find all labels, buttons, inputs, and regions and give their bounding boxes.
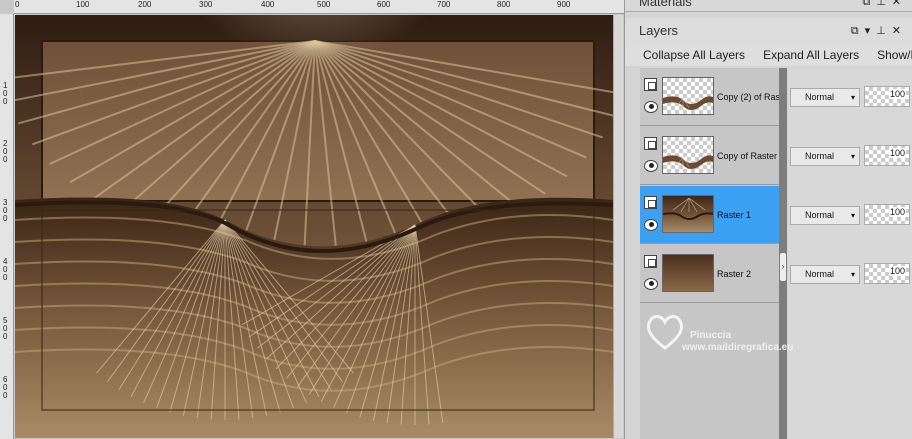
layers-header-icons: ⧉▾⊥✕ <box>851 18 907 44</box>
eye-icon[interactable] <box>644 278 658 290</box>
materials-panel-header[interactable]: Materials ⧉⊥✕ <box>625 0 912 12</box>
watermark: Pinuccia www.maildiregrafica.eu <box>642 310 842 370</box>
chevron-down-icon: ▾ <box>850 93 855 102</box>
layer-name: Copy (2) of Rast <box>717 92 779 102</box>
ruler-tick: 500 <box>317 0 331 9</box>
blend-mode-value: Normal <box>805 151 835 161</box>
close-icon[interactable]: ✕ <box>892 0 907 8</box>
materials-title: Materials <box>639 0 692 9</box>
blend-mode-select[interactable]: Normal ▾ <box>790 88 860 107</box>
layer-properties-row: Normal ▾ 100 <box>788 245 912 303</box>
ruler-tick: 4 0 0 <box>3 257 8 282</box>
blend-mode-value: Normal <box>805 210 835 220</box>
artwork-image[interactable] <box>15 15 613 438</box>
layer-thumbnail <box>662 136 714 174</box>
watermark-name: Pinuccia <box>690 330 732 341</box>
ruler-tick: 6 0 0 <box>3 375 8 400</box>
watermark-url: www.maildiregrafica.eu <box>682 342 794 353</box>
layer-properties-row: Normal ▾ 100 <box>788 127 912 185</box>
layer-thumbnail <box>662 254 714 292</box>
pin-icon[interactable]: ⊥ <box>876 0 892 8</box>
ruler-tick: 200 <box>138 0 152 9</box>
ruler-tick: 3 0 0 <box>3 198 8 223</box>
blend-mode-value: Normal <box>805 269 835 279</box>
materials-header-icons: ⧉⊥✕ <box>862 0 907 10</box>
opacity-value: 100 <box>888 148 906 158</box>
layer-row[interactable]: Raster 2 <box>640 245 779 303</box>
eye-icon[interactable] <box>644 160 658 172</box>
layer-link-icon[interactable] <box>644 196 657 209</box>
close-icon[interactable]: ✕ <box>892 25 907 37</box>
layer-link-icon[interactable] <box>644 78 657 91</box>
expand-all-layers-button[interactable]: Expand All Layers <box>763 48 859 62</box>
blend-mode-value: Normal <box>805 92 835 102</box>
layer-thumbnail <box>662 77 714 115</box>
ruler-tick: 900 <box>557 0 571 9</box>
layer-properties-row: Normal ▾ 100 <box>788 68 912 126</box>
opacity-field[interactable]: 100 <box>864 263 910 284</box>
ruler-tick: 100 <box>76 0 90 9</box>
layer-row[interactable]: Raster 1 <box>640 186 779 244</box>
layer-row[interactable]: Copy of Raster 1 <box>640 127 779 185</box>
canvas-scrollbar[interactable] <box>613 15 623 438</box>
ruler-tick: 700 <box>437 0 451 9</box>
float-icon[interactable]: ⧉ <box>862 0 876 8</box>
layers-toolbar: Collapse All Layers Expand All Layers Show… <box>625 44 912 66</box>
pin-icon[interactable]: ⊥ <box>876 25 892 37</box>
blend-mode-select[interactable]: Normal ▾ <box>790 206 860 225</box>
heart-logo-icon <box>646 315 684 350</box>
ruler-tick: 400 <box>261 0 275 9</box>
blend-mode-select[interactable]: Normal ▾ <box>790 147 860 166</box>
chevron-down-icon: ▾ <box>850 152 855 161</box>
opacity-value: 100 <box>888 89 906 99</box>
ruler-tick: 2 0 0 <box>3 139 8 164</box>
layer-link-icon[interactable] <box>644 255 657 268</box>
chevron-down-icon[interactable]: ▾ <box>865 25 877 37</box>
layers-title: Layers <box>639 23 679 38</box>
eye-icon[interactable] <box>644 101 658 113</box>
ruler-tick: 800 <box>497 0 511 9</box>
ruler-left: 1 0 0 2 0 0 3 0 0 4 0 0 5 0 0 6 0 0 <box>0 14 14 439</box>
float-icon[interactable]: ⧉ <box>851 25 865 37</box>
layer-list: Copy (2) of Rast Copy of Raster 1 Raster 1… <box>640 68 783 439</box>
show-hide-button[interactable]: Show/Hide C <box>877 48 912 62</box>
ruler-tick: 5 0 0 <box>3 316 8 341</box>
layer-link-icon[interactable] <box>644 137 657 150</box>
layer-properties-column: Normal ▾ 100 Normal ▾ 100 Normal ▾ 100 Normal ▾ 100 <box>788 68 912 439</box>
layers-panel-header[interactable]: Layers ⧉▾⊥✕ <box>625 18 912 44</box>
opacity-field[interactable]: 100 <box>864 145 910 166</box>
ruler-tick: 600 <box>377 0 391 9</box>
layer-row[interactable]: Copy (2) of Rast <box>640 68 779 126</box>
ruler-tick: 1 0 0 <box>3 81 8 106</box>
opacity-field[interactable]: 100 <box>864 204 910 225</box>
chevron-down-icon: ▾ <box>850 211 855 220</box>
ruler-tick: 0 <box>15 0 20 9</box>
layer-name: Raster 1 <box>717 210 752 220</box>
eye-icon[interactable] <box>644 219 658 231</box>
collapse-all-layers-button[interactable]: Collapse All Layers <box>643 48 745 62</box>
ruler-tick: 300 <box>199 0 213 9</box>
ruler-top: 0 100 200 300 400 500 600 700 800 900 <box>14 0 624 14</box>
chevron-down-icon: ▾ <box>850 270 855 279</box>
opacity-value: 100 <box>888 266 906 276</box>
blend-mode-select[interactable]: Normal ▾ <box>790 265 860 284</box>
layer-thumbnail <box>662 195 714 233</box>
layer-name: Raster 2 <box>717 269 752 279</box>
opacity-field[interactable]: 100 <box>864 86 910 107</box>
layer-properties-row: Normal ▾ 100 <box>788 186 912 244</box>
canvas-area[interactable]: 0 100 200 300 400 500 600 700 800 900 1 … <box>0 0 624 439</box>
paint-app: 0 100 200 300 400 500 600 700 800 900 1 … <box>0 0 912 439</box>
splitter-handle[interactable]: › <box>780 253 786 281</box>
layer-name: Copy of Raster 1 <box>717 151 779 161</box>
opacity-value: 100 <box>888 207 906 217</box>
